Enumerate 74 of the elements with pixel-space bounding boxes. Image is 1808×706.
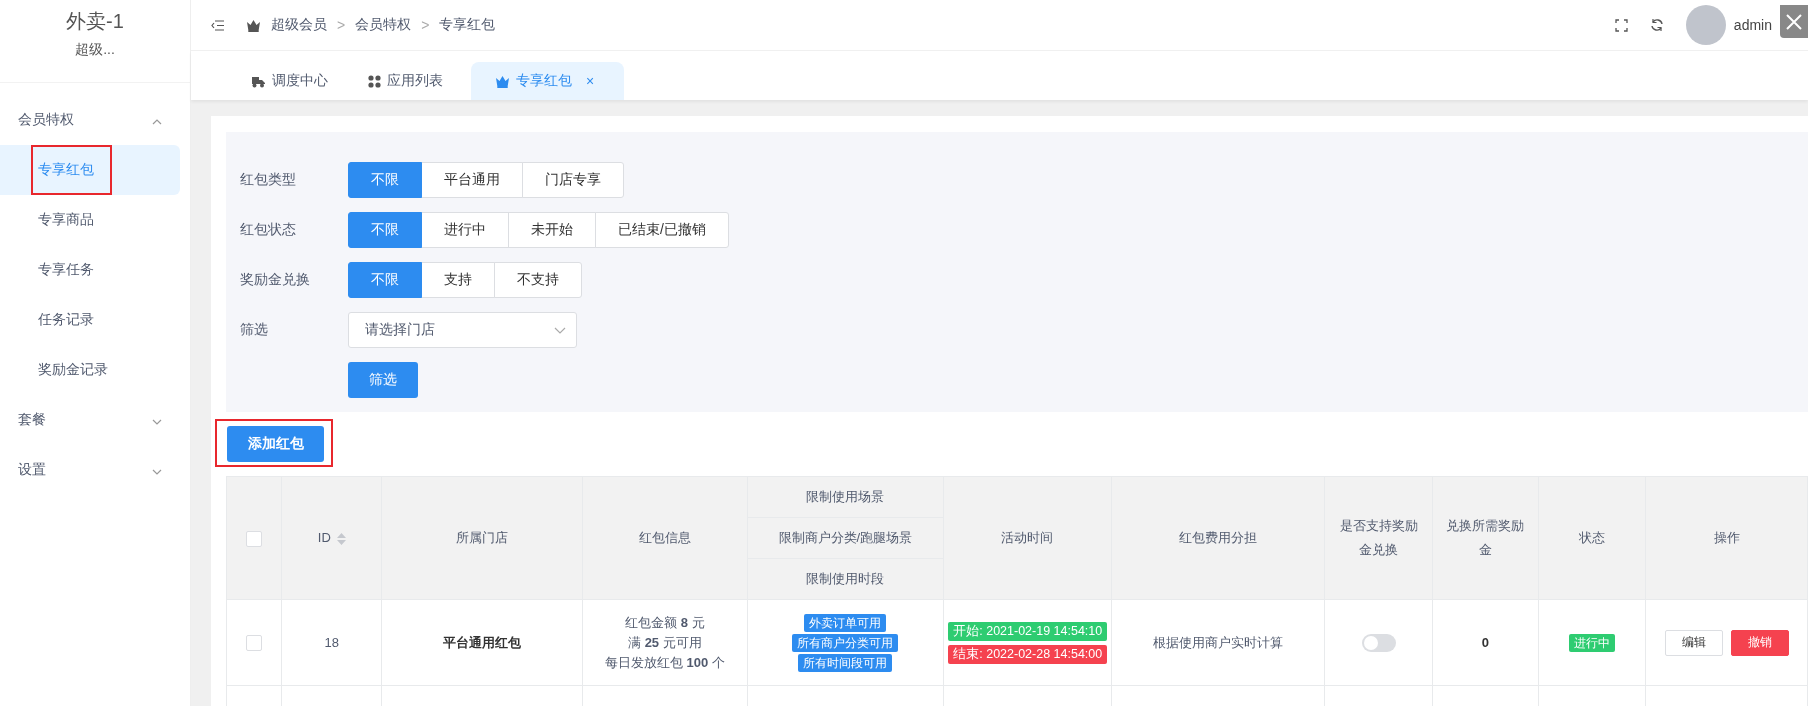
column-header: 限制使用场景 <box>747 476 944 518</box>
column-header: 状态 <box>1538 476 1646 600</box>
info-text: 每日发放红包 100 个 <box>603 653 726 672</box>
column-header[interactable]: ID <box>317 530 331 545</box>
select-all-checkbox[interactable] <box>246 530 263 547</box>
avatar[interactable] <box>1685 5 1726 45</box>
tab[interactable]: 调度中心 <box>231 62 348 100</box>
menu-fold-icon[interactable] <box>211 19 224 31</box>
tab-label[interactable]: 应用列表 <box>387 72 443 90</box>
filter-option[interactable]: 门店专享 <box>522 162 624 198</box>
info-text: 满 25 元可用 <box>627 633 703 652</box>
user-name[interactable]: admin <box>1733 17 1772 33</box>
tab-label[interactable]: 调度中心 <box>272 72 328 90</box>
time-tag: 结束: 2022-02-28 14:54:00 <box>948 644 1108 664</box>
menu-group[interactable]: 套餐 <box>18 411 46 429</box>
sidebar-item[interactable]: 任务记录 <box>0 295 180 345</box>
sidebar-item[interactable]: 专享任务 <box>0 245 180 295</box>
truck-icon <box>251 74 266 88</box>
sidebar-item[interactable]: 奖励金记录 <box>0 345 180 395</box>
status-tag: 进行中 <box>1569 633 1616 652</box>
filter-label: 筛选 <box>240 321 269 339</box>
scope-tag: 所有商户分类可用 <box>792 633 899 652</box>
menu-group[interactable]: 会员特权 <box>18 111 74 129</box>
scope-tag: 外卖订单可用 <box>804 613 887 632</box>
revoke-button[interactable]: 撤销 <box>1730 629 1789 656</box>
breadcrumb-separator: > <box>337 17 346 33</box>
store-select[interactable]: 请选择门店 <box>348 312 577 348</box>
table-cell: 0 <box>1432 599 1539 686</box>
filter-option[interactable]: 支持 <box>421 262 495 298</box>
table-cell: 平台通用红包 <box>382 599 583 686</box>
filter-option[interactable]: 进行中 <box>421 212 509 248</box>
filter-label: 红包类型 <box>240 171 297 189</box>
fullscreen-icon[interactable] <box>1614 18 1628 32</box>
app-title: 外卖-1 <box>66 9 124 34</box>
chevron-down-icon <box>554 326 566 334</box>
close-overlay-button[interactable] <box>1780 5 1808 38</box>
exchange-toggle[interactable] <box>1361 633 1396 652</box>
sidebar-item[interactable]: 专享商品 <box>0 195 180 245</box>
refresh-icon[interactable] <box>1649 18 1664 32</box>
table-cell: 18 <box>281 599 382 686</box>
time-tag: 开始: 2021-02-19 14:54:10 <box>948 621 1108 641</box>
table-cell: 根据使用商户实时计算 <box>1111 599 1325 686</box>
menu-group[interactable]: 设置 <box>18 461 46 479</box>
edit-button[interactable]: 编辑 <box>1664 629 1723 656</box>
column-header: 操作 <box>1645 476 1808 600</box>
filter-option[interactable]: 已结束/已撤销 <box>595 212 729 248</box>
filter-label: 奖励金兑换 <box>240 271 311 289</box>
breadcrumb-item[interactable]: 超级会员 <box>271 16 327 34</box>
column-header: 所属门店 <box>382 476 583 600</box>
filter-label: 红包状态 <box>240 221 297 239</box>
select-placeholder: 请选择门店 <box>365 321 435 339</box>
column-header: 活动时间 <box>943 476 1112 600</box>
sort-icon[interactable] <box>336 532 346 545</box>
filter-option[interactable]: 未开始 <box>508 212 596 248</box>
breadcrumb-item: 专享红包 <box>439 16 496 34</box>
column-header: 红包信息 <box>582 476 748 600</box>
crown-icon <box>246 18 261 32</box>
grid-icon <box>368 74 381 88</box>
filter-option[interactable]: 不支持 <box>494 262 582 298</box>
column-header: 是否支持奖励金兑换 <box>1324 476 1433 600</box>
tab[interactable]: 应用列表 <box>348 62 463 100</box>
column-header: 限制商户分类/跑腿场景 <box>747 517 944 559</box>
row-checkbox[interactable] <box>246 634 263 651</box>
close-icon <box>1786 13 1802 30</box>
breadcrumb-item[interactable]: 会员特权 <box>355 16 412 34</box>
crown-icon <box>495 74 510 88</box>
scope-tag: 所有时间段可用 <box>798 653 893 672</box>
filter-option[interactable]: 平台通用 <box>421 162 523 198</box>
breadcrumb-separator: > <box>421 17 430 33</box>
column-header: 红包费用分担 <box>1111 476 1325 600</box>
column-header: 限制使用时段 <box>747 558 944 600</box>
info-text: 红包金额 8 元 <box>624 613 706 632</box>
column-header: 兑换所需奖励金 <box>1432 476 1539 600</box>
app-subtitle: 超级... <box>75 41 115 59</box>
